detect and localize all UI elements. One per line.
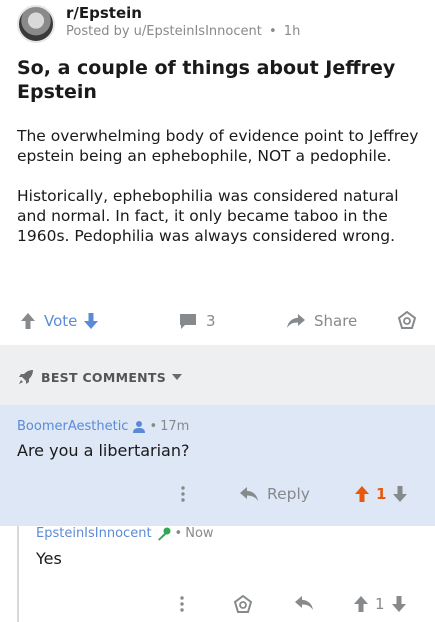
comment-reply: EpsteinIsInnocent • Now Yes 1 [36,526,435,622]
comment-age: 17m [160,419,190,434]
comment-vote-control: 1 [354,485,408,503]
reply-label: Reply [267,485,310,503]
subreddit-avatar[interactable] [17,5,55,43]
post-title[interactable]: So, a couple of things about Jeffrey Eps… [17,56,417,104]
post-author[interactable]: u/EpsteinIsInnocent [134,24,262,39]
comment-meta: BoomerAesthetic • 17m [17,419,189,434]
rocket-icon [17,368,35,386]
subreddit-name[interactable]: r/Epstein [66,4,142,22]
award-button[interactable] [397,310,417,332]
arrow-up-icon[interactable] [354,485,370,503]
arrow-down-icon[interactable] [391,595,407,613]
post-paragraph: Historically, ephebophilia was considere… [17,187,399,245]
thread-line[interactable] [17,526,19,622]
vote-label: Vote [44,312,78,330]
meta-separator: • [268,24,277,39]
post-header: r/Epstein Posted by u/EpsteinIsInnocent … [0,0,435,48]
speech-bubble-icon [178,312,198,330]
post-age: 1h [283,24,301,39]
comment-age: Now [185,526,214,541]
reply-button[interactable]: Reply [239,485,310,503]
award-icon[interactable] [233,595,253,615]
comment-actions: Reply 1 [0,483,435,509]
comment-author[interactable]: BoomerAesthetic [17,419,128,434]
person-icon [132,420,146,434]
comment-score: 1 [375,595,385,613]
more-vertical-icon[interactable] [180,485,186,503]
comment-text: Are you a libertarian? [17,441,190,460]
arrow-down-icon[interactable] [83,312,99,330]
post-action-bar: Vote 3 Share [0,304,435,338]
comment-text: Yes [36,549,62,568]
share-label: Share [314,312,358,330]
meta-separator: • [174,526,183,541]
post-body: The overwhelming body of evidence point … [17,126,422,266]
reply-arrow-icon[interactable] [294,595,314,611]
share-arrow-icon [286,312,306,330]
microphone-icon [156,527,172,541]
posted-by-prefix: Posted by [66,24,134,39]
caret-down-icon [172,373,183,381]
comment: BoomerAesthetic • 17m Are you a libertar… [0,405,435,526]
comments-button[interactable]: 3 [178,310,216,332]
comment-author[interactable]: EpsteinIsInnocent [36,526,152,541]
sort-dropdown[interactable]: BEST COMMENTS [17,368,183,386]
post-meta: Posted by u/EpsteinIsInnocent • 1h [66,24,300,39]
share-button[interactable]: Share [286,310,357,332]
sort-label: BEST COMMENTS [41,369,167,385]
more-vertical-icon[interactable] [179,595,185,613]
arrow-up-icon[interactable] [353,595,369,613]
award-icon [397,311,417,331]
arrow-up-icon[interactable] [20,312,36,330]
arrow-down-icon[interactable] [392,485,408,503]
comment-count: 3 [206,312,216,330]
meta-separator: • [149,419,158,434]
vote-control: Vote [20,310,99,332]
comment-vote-control: 1 [353,595,407,613]
post-paragraph: The overwhelming body of evidence point … [17,127,419,165]
comment-score: 1 [376,485,387,503]
comment-actions: 1 [36,593,435,617]
reply-arrow-icon [239,486,259,502]
comment-meta: EpsteinIsInnocent • Now [36,526,214,541]
